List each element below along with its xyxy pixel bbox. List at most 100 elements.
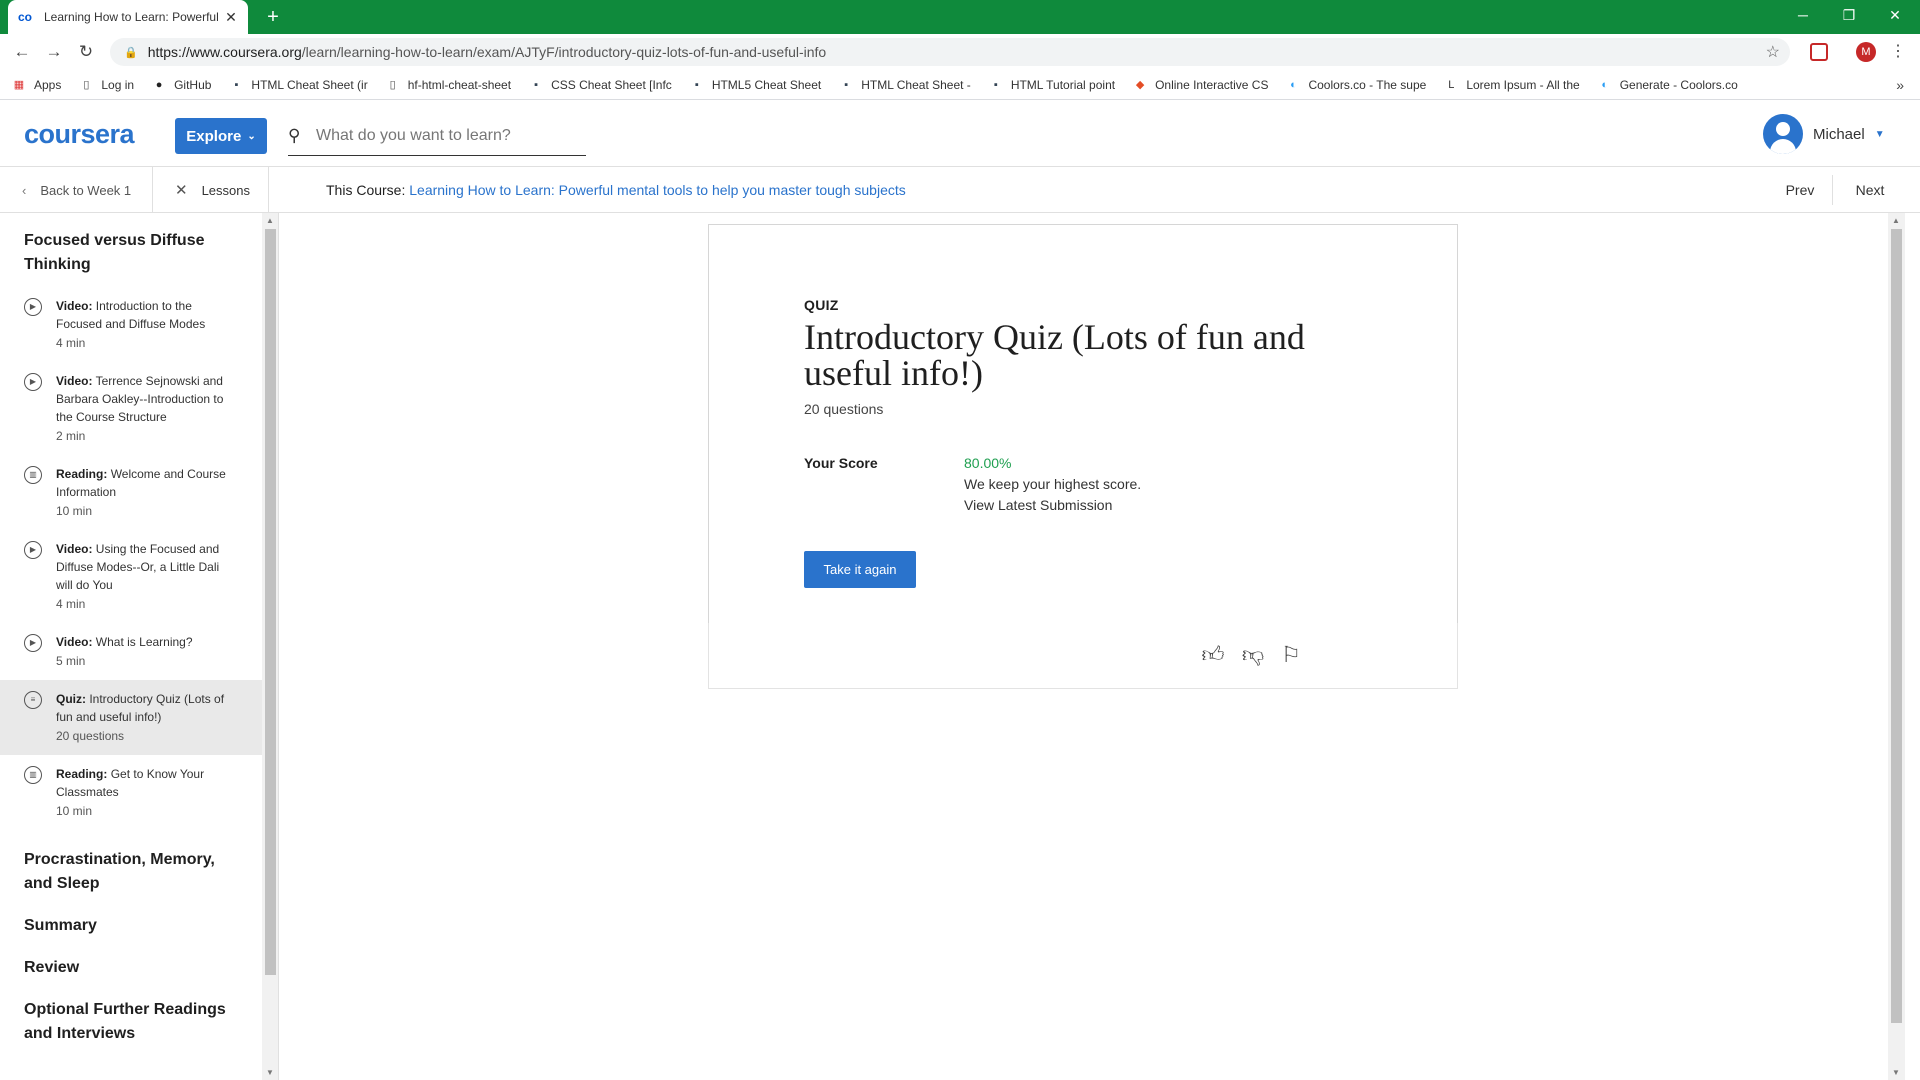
lesson-type: Reading: — [56, 467, 108, 481]
lesson-text: Video: Introduction to the Focused and D… — [56, 297, 238, 333]
tab-title: Learning How to Learn: Powerful — [44, 10, 219, 24]
scroll-down-icon[interactable]: ▼ — [1892, 1068, 1900, 1077]
scroll-up-icon[interactable]: ▲ — [1892, 216, 1900, 225]
page-icon: ▯ — [389, 78, 396, 91]
bookmarks-bar: ▦ Apps ▯ Log in ● GitHub ▪ HTML Cheat Sheet (ir… — [0, 70, 1920, 100]
bookmark-item[interactable]: ◐ Generate - Coolors.co — [1598, 77, 1738, 92]
lesson-item[interactable]: ▶ Video: Using the Focused and Diffuse Mo… — [0, 530, 262, 623]
flag-icon[interactable]: ⚐ — [1277, 641, 1305, 669]
score-note: We keep your highest score. — [964, 476, 1142, 492]
bookmark-item[interactable]: ▪ HTML Cheat Sheet - — [839, 78, 971, 92]
quiz-card: QUIZ Introductory Quiz (Lots of fun and … — [708, 224, 1458, 624]
bookmark-icon: ▪ — [234, 78, 239, 91]
bookmark-label: Log in — [101, 77, 135, 92]
lesson-item[interactable]: ▥ Reading: Welcome and Course Information… — [0, 455, 262, 530]
play-icon: ▶ — [24, 541, 42, 559]
bookmark-icon: ▪ — [993, 78, 998, 91]
module-link[interactable]: Summary — [0, 896, 262, 938]
main-scroll-thumb[interactable] — [1891, 229, 1902, 1023]
bookmark-item[interactable]: ▪ HTML Cheat Sheet (ir — [229, 78, 367, 92]
bookmark-item[interactable]: L Lorem Ipsum - All the — [1444, 78, 1579, 92]
search-icon: ⚲ — [288, 125, 301, 145]
lessons-toggle-button[interactable]: ✕ Lessons — [153, 167, 269, 213]
next-button[interactable]: Next — [1840, 167, 1900, 213]
close-tab-icon[interactable]: ✕ — [224, 9, 238, 26]
main-scrollbar[interactable]: ▲ ▼ — [1888, 213, 1905, 1080]
sidebar-scroll-thumb[interactable] — [265, 229, 276, 975]
prev-button[interactable]: Prev — [1770, 167, 1830, 213]
bookmark-star-icon[interactable]: ☆ — [1766, 42, 1780, 62]
profile-avatar[interactable]: M — [1856, 42, 1876, 62]
back-arrow-icon[interactable]: ← — [10, 40, 34, 64]
restore-window-icon[interactable]: ❐ — [1826, 0, 1872, 30]
new-tab-icon[interactable]: + — [260, 4, 286, 30]
reload-icon[interactable]: ↻ — [74, 40, 98, 64]
address-bar[interactable]: 🔒 https://www.coursera.org/learn/learnin… — [110, 38, 1790, 66]
bookmark-label: hf-html-cheat-sheet — [407, 77, 512, 92]
lesson-type: Quiz: — [56, 692, 86, 706]
bookmark-item[interactable]: ▦ Apps — [12, 78, 62, 92]
forward-arrow-icon[interactable]: → — [42, 40, 66, 64]
scroll-up-icon[interactable]: ▲ — [266, 216, 274, 225]
lesson-duration: 10 min — [56, 504, 93, 518]
bookmark-item[interactable]: ▯ hf-html-cheat-sheet — [386, 78, 511, 92]
bookmark-label: Generate - Coolors.co — [1619, 77, 1738, 92]
explore-button[interactable]: Explore ⌄ — [175, 118, 267, 154]
lesson-duration: 4 min — [56, 597, 86, 611]
play-icon: ▶ — [24, 373, 42, 391]
quiz-label: QUIZ — [804, 297, 839, 313]
bookmark-item[interactable]: ◆ Online Interactive CS — [1133, 78, 1269, 92]
lesson-item[interactable]: ≡ Quiz: Introductory Quiz (Lots of fun an… — [0, 680, 262, 755]
lesson-text: Video: Using the Focused and Diffuse Mod… — [56, 540, 238, 594]
lock-icon: 🔒 — [124, 46, 138, 59]
lesson-type: Video: — [56, 542, 93, 556]
browser-menu-icon[interactable]: ⋮ — [1890, 41, 1906, 61]
lesson-text: Video: Terrence Sejnowski and Barbara Oa… — [56, 372, 238, 426]
scroll-down-icon[interactable]: ▼ — [266, 1068, 274, 1077]
lesson-text: Quiz: Introductory Quiz (Lots of fun and… — [56, 690, 238, 726]
bookmark-item[interactable]: ▪ CSS Cheat Sheet [Infc — [529, 78, 672, 92]
caret-down-icon: ▼ — [1874, 128, 1885, 140]
bookmark-icon: ▪ — [534, 78, 539, 91]
module-link[interactable]: Optional Further Readings and Interviews — [0, 980, 262, 1046]
bookmark-item[interactable]: ◐ Coolors.co - The supe — [1286, 78, 1426, 92]
course-title-link[interactable]: Learning How to Learn: Powerful mental t… — [409, 182, 906, 198]
bookmarks-overflow-icon[interactable]: » — [1896, 77, 1904, 93]
bookmark-icon: ▪ — [694, 78, 699, 91]
search-input[interactable] — [316, 126, 576, 145]
lesson-title: What is Learning? — [95, 635, 193, 649]
module-link[interactable]: Review — [0, 938, 262, 980]
browser-toolbar: ← → ↻ 🔒 https://www.coursera.org/learn/l… — [0, 34, 1920, 70]
user-menu[interactable]: Michael ▼ — [1763, 114, 1885, 154]
lesson-item[interactable]: ▥ Reading: Get to Know Your Classmates 10 … — [0, 755, 262, 830]
bookmark-label: Coolors.co - The supe — [1308, 77, 1427, 92]
close-window-icon[interactable]: ✕ — [1872, 0, 1918, 30]
bookmark-icon: ▪ — [844, 78, 849, 91]
view-submission-link[interactable]: View Latest Submission — [964, 497, 1112, 513]
score-value: 80.00% — [964, 455, 1012, 471]
module-link[interactable]: Procrastination, Memory, and Sleep — [0, 830, 262, 896]
bookmark-item[interactable]: ▪ HTML5 Cheat Sheet — [690, 78, 821, 92]
lesson-item[interactable]: ▶ Video: Terrence Sejnowski and Barbara O… — [0, 362, 262, 455]
lesson-item[interactable]: ▶ Video: Introduction to the Focused and … — [0, 287, 262, 362]
back-to-week-label: Back to Week 1 — [40, 182, 132, 198]
coursera-logo[interactable]: coursera — [24, 119, 135, 150]
extension-icon[interactable] — [1810, 43, 1828, 61]
bookmark-item[interactable]: ▯ Log in — [79, 78, 134, 92]
lesson-item[interactable]: ▶ Video: What is Learning? 5 min — [0, 623, 262, 680]
sidebar-scrollbar[interactable]: ▲ ▼ — [262, 213, 279, 1080]
take-it-again-button[interactable]: Take it again — [804, 551, 916, 588]
bookmark-label: CSS Cheat Sheet [Infc — [551, 77, 672, 92]
bookmark-label: GitHub — [174, 77, 212, 92]
browser-tab-active[interactable]: co Learning How to Learn: Powerful ✕ — [8, 0, 248, 34]
back-to-week-button[interactable]: ‹ Back to Week 1 — [0, 167, 153, 213]
lesson-type: Video: — [56, 299, 93, 313]
close-icon: ✕ — [175, 182, 188, 199]
bookmark-item[interactable]: ▪ HTML Tutorial point — [989, 78, 1115, 92]
play-icon: ▶ — [24, 298, 42, 316]
bookmark-item[interactable]: ● GitHub — [152, 77, 212, 92]
thumbs-down-icon[interactable]: 👎︎ — [1239, 641, 1267, 669]
minimize-window-icon[interactable]: ─ — [1780, 0, 1826, 30]
lesson-text: Reading: Get to Know Your Classmates — [56, 765, 238, 801]
thumbs-up-icon[interactable]: 👍︎ — [1199, 641, 1227, 669]
